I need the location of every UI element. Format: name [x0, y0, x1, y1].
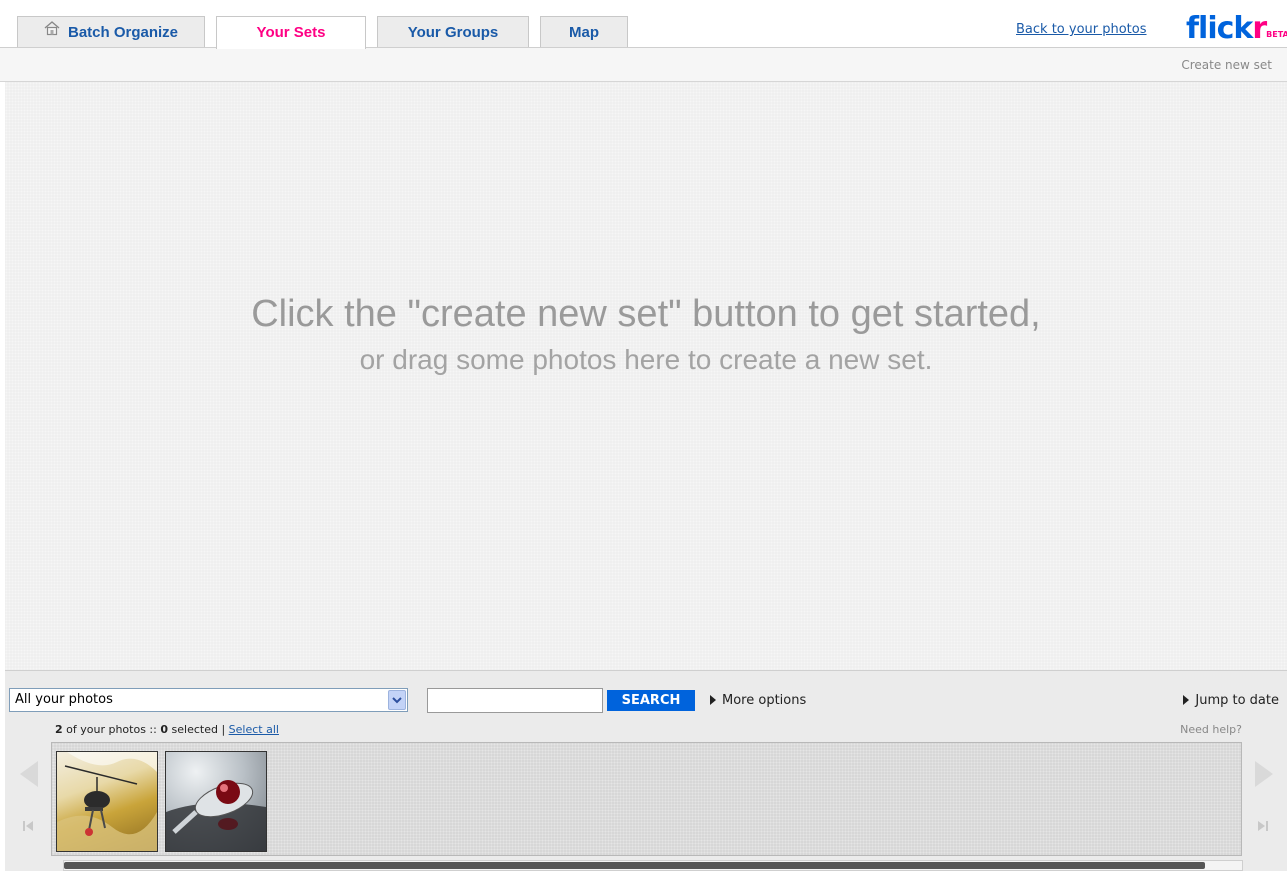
- logo-beta-badge: BETA: [1266, 30, 1287, 39]
- tab-batch-organize[interactable]: Batch Organize: [17, 16, 205, 47]
- home-icon: [44, 16, 60, 47]
- photo-filter-value: All your photos: [15, 692, 113, 707]
- selected-text: selected |: [168, 723, 229, 736]
- more-options-toggle[interactable]: More options: [710, 693, 806, 708]
- sets-toolbar: Create new set: [0, 48, 1287, 82]
- tab-your-groups[interactable]: Your Groups: [377, 16, 529, 47]
- tab-your-groups-label: Your Groups: [407, 24, 499, 41]
- photo-thumbnail[interactable]: [56, 751, 158, 852]
- triangle-right-icon: [710, 694, 716, 705]
- empty-state-hint: or drag some photos here to create a new…: [359, 344, 933, 375]
- jump-to-date-label: Jump to date: [1195, 693, 1279, 708]
- photo-count-text: of your photos ::: [62, 723, 161, 736]
- logo-text-blue: flick: [1186, 11, 1253, 46]
- photo-strip[interactable]: [51, 742, 1242, 856]
- logo-text-pink: r: [1252, 11, 1267, 46]
- sets-drop-area[interactable]: Click the "create new set" button to get…: [5, 82, 1287, 670]
- search-button[interactable]: SEARCH: [607, 690, 695, 711]
- select-all-link[interactable]: Select all: [229, 723, 279, 736]
- tab-map-label: Map: [569, 24, 599, 41]
- scroll-to-end-icon[interactable]: [1257, 819, 1269, 837]
- create-new-set-button[interactable]: Create new set: [1181, 58, 1272, 72]
- chevron-down-icon[interactable]: [388, 690, 406, 710]
- photo-strip-scrollbar[interactable]: [63, 860, 1243, 871]
- selected-count: 0: [160, 723, 169, 736]
- empty-state-message: Click the "create new set" button to get…: [251, 293, 1041, 335]
- jump-to-date-toggle[interactable]: Jump to date: [1183, 693, 1279, 708]
- scrollbar-thumb[interactable]: [64, 862, 1205, 869]
- helicopter-photo: [57, 752, 157, 851]
- photo-thumbnail[interactable]: [165, 751, 267, 852]
- tab-batch-organize-label: Batch Organize: [67, 24, 179, 41]
- scroll-right-icon[interactable]: [1253, 759, 1275, 794]
- search-input[interactable]: [427, 688, 603, 713]
- triangle-right-icon: [1183, 694, 1190, 705]
- photo-filter-select[interactable]: All your photos: [9, 688, 408, 712]
- flickr-logo[interactable]: flickrBETA: [1186, 9, 1287, 49]
- tab-your-sets[interactable]: Your Sets: [216, 16, 366, 49]
- photo-tray: All your photos SEARCH More options Jump…: [5, 670, 1287, 871]
- photo-count-status: 2 of your photos :: 0 selected | Select …: [55, 723, 279, 736]
- more-options-label: More options: [722, 693, 807, 708]
- need-help-link[interactable]: Need help?: [1180, 723, 1242, 736]
- tab-your-sets-label: Your Sets: [256, 24, 326, 41]
- back-to-photos-link[interactable]: Back to your photos: [1016, 22, 1147, 37]
- top-tab-bar: Batch Organize Your Sets Your Groups Map…: [0, 0, 1287, 49]
- photo-count: 2: [55, 723, 63, 736]
- scroll-to-start-icon[interactable]: [22, 819, 34, 837]
- tab-map[interactable]: Map: [540, 16, 628, 47]
- spoon-photo: [166, 780, 266, 851]
- scroll-left-icon[interactable]: [18, 759, 40, 794]
